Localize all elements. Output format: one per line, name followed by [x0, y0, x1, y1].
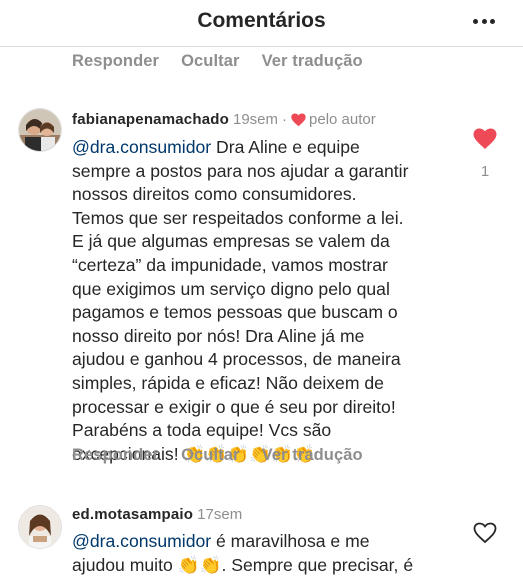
- comment-meta: fabianapenamachado 19sem · pelo autor: [72, 111, 376, 128]
- comment-line: é maravilhosa e me: [211, 531, 370, 551]
- comment-time: 19sem: [232, 111, 279, 128]
- comment-line: E já que algumas empresas se valem da: [72, 231, 390, 252]
- liked-by-author-label: pelo autor: [309, 111, 376, 128]
- comment-like: 1: [470, 128, 500, 180]
- hide-button[interactable]: Ocultar: [181, 446, 239, 465]
- comment-line: pagamos e temos pessoas que buscam o: [72, 302, 398, 323]
- previous-comment-actions: Responder Ocultar Ver tradução: [72, 52, 385, 71]
- comment-actions: Responder Ocultar Ver tradução: [72, 446, 385, 465]
- like-count[interactable]: 1: [470, 163, 500, 180]
- page-title: Comentários: [197, 9, 326, 32]
- comment-username[interactable]: fabianapenamachado: [72, 111, 229, 128]
- avatar-image: [19, 506, 61, 548]
- mention-link[interactable]: @dra.consumidor: [72, 531, 211, 551]
- comment-meta: ed.motasampaio 17sem: [72, 506, 242, 523]
- more-options-icon[interactable]: [473, 18, 495, 24]
- reply-button[interactable]: Responder: [72, 52, 159, 71]
- comment-line: ajudou muito 👏👏. Sempre que precisar, é: [72, 554, 414, 575]
- avatar[interactable]: [18, 108, 62, 152]
- comment-line: Parabéns a toda equipe! Vcs são: [72, 420, 332, 441]
- comment-line: sempre a postos para nos ajudar a garant…: [72, 160, 409, 181]
- see-translation-button[interactable]: Ver tradução: [262, 52, 363, 71]
- comment-line: Temos que ser respeitados conforme a lei…: [72, 207, 404, 228]
- comment-username[interactable]: ed.motasampaio: [72, 506, 193, 523]
- comment-line: processar e exigir o que é seu por direi…: [72, 396, 396, 417]
- header: Comentários: [0, 0, 523, 47]
- avatar[interactable]: [18, 505, 62, 549]
- heart-icon: [291, 112, 306, 126]
- meta-separator: ·: [282, 111, 288, 128]
- comment-line: que exigimos um serviço digno pelo qual: [72, 278, 390, 299]
- comment-line: Dra Aline e equipe: [211, 137, 360, 157]
- comment-line: simples, rápida e eficaz! Não deixem de: [72, 372, 384, 393]
- reply-button[interactable]: Responder: [72, 446, 159, 465]
- hide-button[interactable]: Ocultar: [181, 52, 239, 71]
- comment-line: nosso direito por nós! Dra Aline já me: [72, 325, 365, 346]
- see-translation-button[interactable]: Ver tradução: [262, 446, 363, 465]
- mention-link[interactable]: @dra.consumidor: [72, 137, 211, 157]
- comment-body: @dra.consumidor é maravilhosa e me ajudo…: [72, 530, 452, 577]
- comment-line: ajudou e ganhou 4 processos, de maneira: [72, 349, 401, 370]
- comment-body: @dra.consumidor Dra Aline e equipe sempr…: [72, 136, 452, 466]
- comment-line: “certeza” da impunidade, vamos mostrar: [72, 254, 388, 275]
- comment-like: [470, 522, 500, 549]
- comment-line: nossos direitos como consumidores.: [72, 184, 357, 205]
- avatar-image: [19, 109, 61, 151]
- heart-outline-icon[interactable]: [473, 522, 497, 544]
- comment-time: 17sem: [197, 506, 243, 523]
- heart-filled-icon[interactable]: [473, 128, 497, 150]
